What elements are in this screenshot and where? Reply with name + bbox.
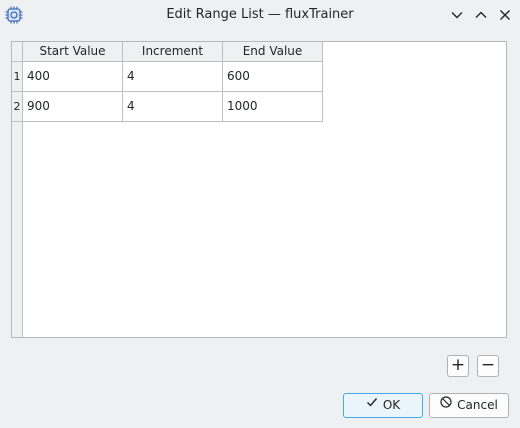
range-table[interactable]: Start Value Increment End Value 1 400 4 …	[11, 41, 507, 338]
close-icon	[500, 10, 510, 20]
column-header-increment[interactable]: Increment	[123, 42, 223, 62]
row-header-2[interactable]: 2	[12, 92, 23, 122]
cancel-label: Cancel	[457, 398, 498, 412]
add-row-button[interactable]: +	[447, 355, 469, 377]
maximize-button[interactable]	[472, 6, 490, 24]
column-header-start-value[interactable]: Start Value	[23, 42, 123, 62]
cell-end-value[interactable]: 1000	[223, 92, 323, 122]
cell-start-value[interactable]: 900	[23, 92, 123, 122]
row-header-1[interactable]: 1	[12, 62, 23, 92]
column-header-end-value[interactable]: End Value	[223, 42, 323, 62]
cell-end-value[interactable]: 600	[223, 62, 323, 92]
window-title: Edit Range List — fluxTrainer	[166, 7, 354, 22]
cell-start-value[interactable]: 400	[23, 62, 123, 92]
chevron-down-icon	[451, 12, 463, 19]
minimize-button[interactable]	[448, 6, 466, 24]
chevron-up-icon	[475, 11, 487, 18]
title-bar[interactable]: Edit Range List — fluxTrainer	[0, 0, 520, 30]
cell-increment[interactable]: 4	[123, 92, 223, 122]
cancel-button[interactable]: Cancel	[429, 393, 509, 418]
remove-row-button[interactable]: −	[477, 355, 499, 377]
close-button[interactable]	[496, 6, 514, 24]
table-corner[interactable]	[12, 42, 23, 62]
cancel-icon	[440, 393, 452, 416]
checkmark-icon	[366, 393, 378, 416]
cell-increment[interactable]: 4	[123, 62, 223, 92]
ok-button[interactable]: OK	[343, 393, 423, 418]
ok-label: OK	[382, 398, 401, 412]
